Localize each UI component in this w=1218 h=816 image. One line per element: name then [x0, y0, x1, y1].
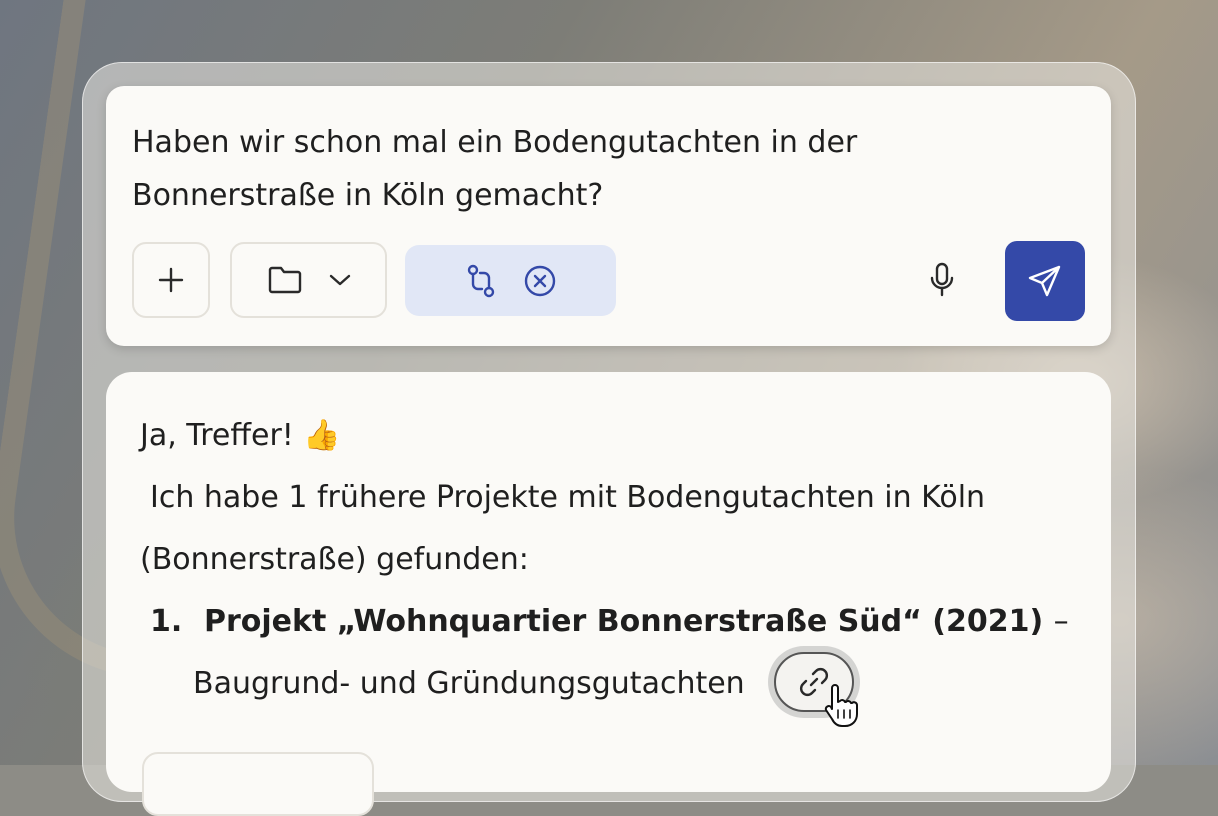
- hand-pointer-cursor-icon: [824, 684, 858, 727]
- answer-greeting: Ja, Treffer! 👍: [140, 418, 341, 453]
- git-compare-icon: [467, 264, 494, 297]
- add-button[interactable]: [132, 242, 210, 318]
- result-item-title-line: 1. Projekt „Wohnquartier Bonnerstraße Süd…: [150, 604, 1069, 639]
- result-item-number: 1.: [150, 604, 183, 639]
- plus-icon: [158, 267, 184, 293]
- result-item-separator: –: [1053, 604, 1069, 639]
- microphone-button[interactable]: [922, 260, 962, 300]
- chevron-down-icon: [329, 274, 350, 286]
- folder-select-button[interactable]: [230, 242, 387, 318]
- send-icon: [1028, 265, 1061, 297]
- answer-intro-continued: (Bonnerstraße) gefunden:: [140, 542, 529, 577]
- assistant-answer-card: Ja, Treffer! 👍 Ich habe 1 frühere Projek…: [106, 372, 1111, 816]
- chat-composer: Haben wir schon mal ein Bodengutachten i…: [106, 86, 1111, 346]
- folder-icon: [268, 266, 301, 294]
- send-button[interactable]: [1005, 241, 1085, 321]
- composer-question-text[interactable]: Haben wir schon mal ein Bodengutachten i…: [132, 116, 1032, 222]
- follow-up-button[interactable]: [142, 752, 374, 816]
- result-item-title: Projekt „Wohnquartier Bonnerstraße Süd“ …: [204, 604, 1044, 639]
- microphone-icon: [930, 262, 954, 297]
- result-item-subtitle: Baugrund- und Gründungsgutachten: [193, 666, 745, 701]
- answer-intro: Ich habe 1 frühere Projekte mit Bodengut…: [150, 480, 986, 515]
- close-circle-icon[interactable]: [523, 264, 557, 298]
- source-filter-chip[interactable]: [405, 245, 616, 316]
